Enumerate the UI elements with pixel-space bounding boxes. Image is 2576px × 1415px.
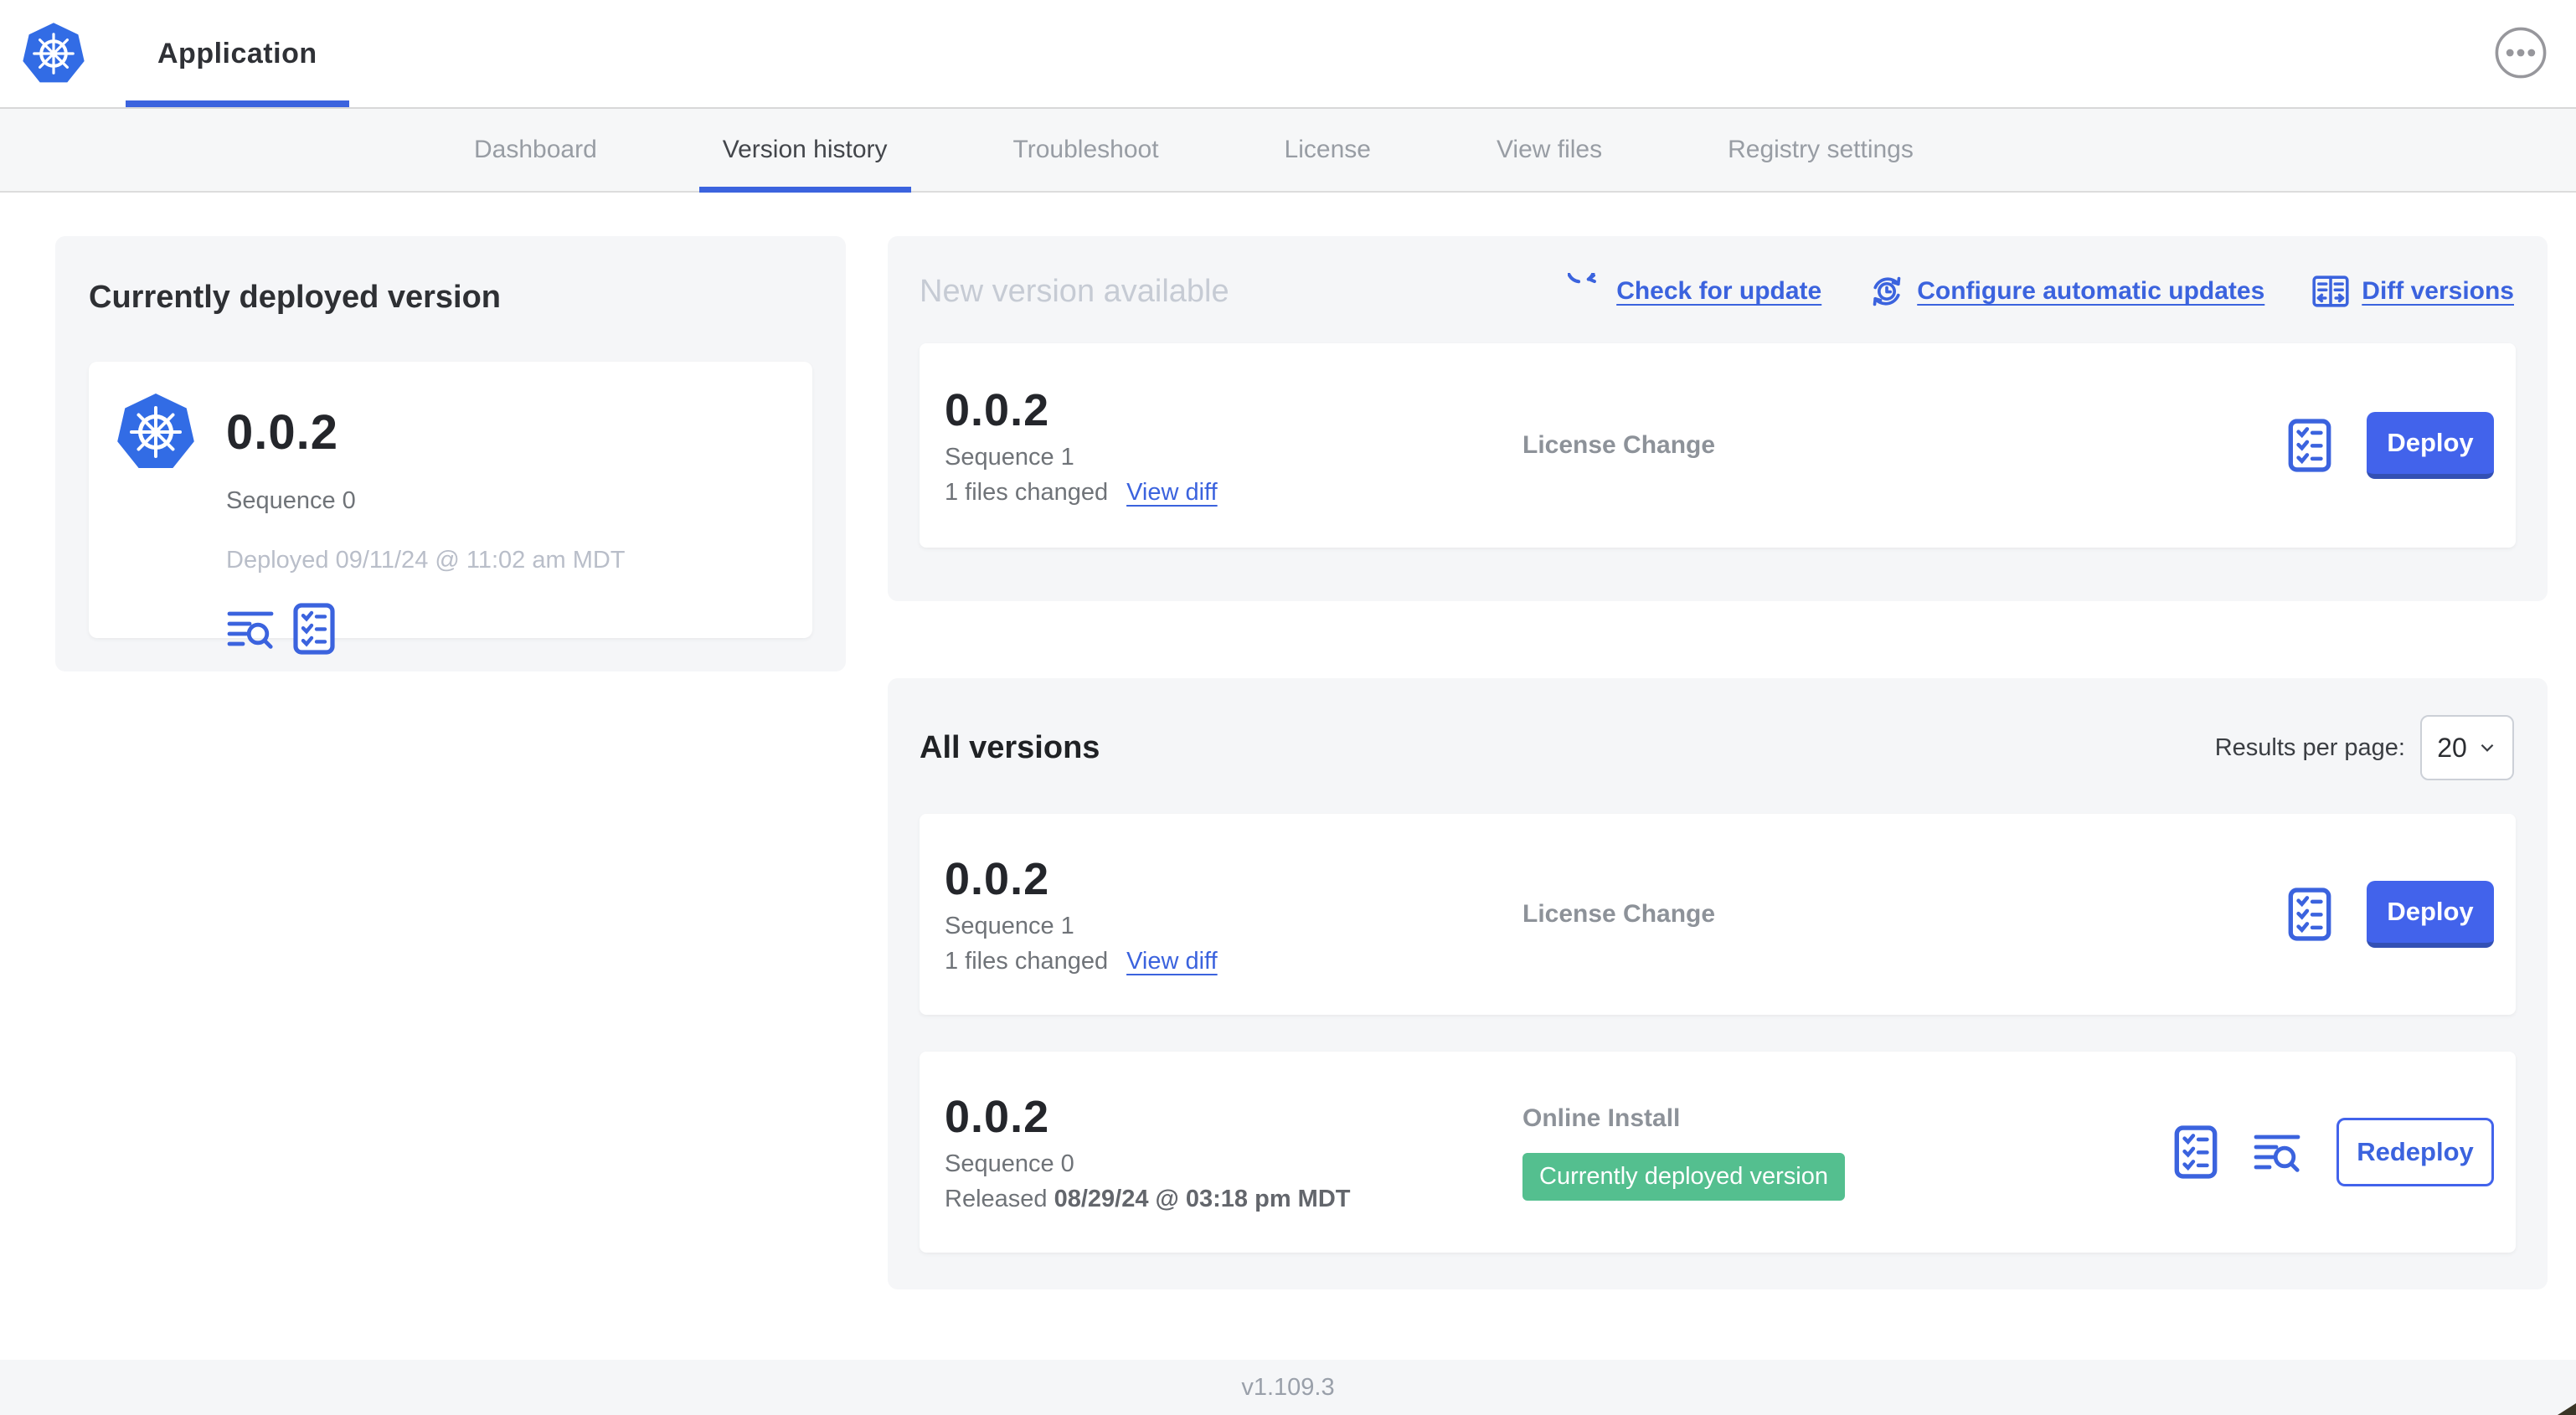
version-number: 0.0.2	[945, 1092, 1050, 1142]
currently-deployed-badge: Currently deployed version	[1522, 1152, 1845, 1201]
version-row: 0.0.2 Sequence 0 Released 08/29/24 @ 03:…	[920, 1052, 2516, 1253]
tab-dashboard[interactable]: Dashboard	[474, 109, 597, 191]
more-menu-ellipsis-icon[interactable]	[2494, 26, 2548, 80]
version-source: License Change	[1522, 900, 1716, 928]
release-notes-checklist-icon[interactable]	[2288, 419, 2331, 472]
deployed-sequence: Sequence 0	[226, 487, 356, 514]
main-content: Currently deployed version 0.0.2 Sequenc…	[0, 193, 2576, 1360]
version-source: License Change	[1522, 431, 1716, 459]
version-sequence: Sequence 0	[945, 1150, 1074, 1177]
chevron-down-icon	[2481, 744, 2494, 752]
files-changed-label: 1 files changed	[945, 479, 1109, 506]
released-timestamp: Released 08/29/24 @ 03:18 pm MDT	[945, 1186, 1351, 1212]
new-version-title: New version available	[920, 273, 1229, 309]
refresh-icon	[1568, 273, 1597, 284]
currently-deployed-card: 0.0.2 Sequence 0 Deployed 09/11/24 @ 11:…	[89, 362, 812, 655]
version-sequence: Sequence 1	[945, 444, 1074, 471]
deploy-button[interactable]: Deploy	[2367, 412, 2494, 479]
release-notes-checklist-icon[interactable]	[2174, 1125, 2218, 1179]
results-per-page-select[interactable]: 20	[2420, 715, 2514, 780]
version-number: 0.0.2	[945, 854, 1050, 904]
version-sequence: Sequence 1	[945, 913, 1074, 939]
release-notes-checklist-icon[interactable]	[2288, 888, 2331, 941]
currently-deployed-panel: Currently deployed version 0.0.2 Sequenc…	[55, 236, 846, 671]
deploy-button[interactable]: Deploy	[2367, 881, 2494, 948]
release-notes-checklist-icon[interactable]	[293, 603, 335, 655]
new-version-panel: New version available Check for update C…	[888, 236, 2548, 601]
new-version-card: 0.0.2 Sequence 1 1 files changed View di…	[920, 343, 2516, 548]
clock-sync-icon	[1873, 276, 1901, 306]
app-navbar: Dashboard Version history Troubleshoot L…	[0, 107, 2576, 193]
tab-version-history[interactable]: Version history	[698, 109, 911, 193]
all-versions-title: All versions	[920, 729, 1100, 765]
version-number: 0.0.2	[945, 385, 1050, 435]
app-tab-label: Application	[157, 37, 317, 69]
kubernetes-logo-icon	[23, 23, 85, 83]
diff-versions-link[interactable]: Diff versions	[2311, 273, 2514, 310]
configure-automatic-updates-link[interactable]: Configure automatic updates	[1868, 273, 2264, 310]
view-diff-link[interactable]: View diff	[1126, 479, 1218, 507]
tab-troubleshoot[interactable]: Troubleshoot	[1013, 109, 1159, 191]
screenshot-corner-artifact	[2558, 1403, 2576, 1415]
currently-deployed-title: Currently deployed version	[89, 280, 502, 315]
files-changed-label: 1 files changed	[945, 948, 1109, 975]
diff-compare-icon	[2312, 275, 2349, 307]
redeploy-button[interactable]: Redeploy	[2336, 1118, 2494, 1186]
tab-license[interactable]: License	[1285, 109, 1371, 191]
deployed-version-number: 0.0.2	[226, 404, 338, 460]
console-version: v1.109.3	[1241, 1373, 1335, 1401]
check-for-update-link[interactable]: Check for update	[1568, 273, 1821, 310]
deployed-timestamp: Deployed 09/11/24 @ 11:02 am MDT	[226, 547, 626, 574]
app-footer: v1.109.3	[0, 1360, 2576, 1415]
app-tab[interactable]: Application	[126, 0, 349, 107]
all-versions-panel: All versions Results per page: 20 0.0.2 …	[888, 678, 2548, 1289]
results-per-page-value: 20	[2437, 732, 2467, 763]
tab-registry-settings[interactable]: Registry settings	[1728, 109, 1914, 191]
view-logs-icon[interactable]	[2253, 1131, 2301, 1173]
view-diff-link[interactable]: View diff	[1126, 948, 1218, 975]
tab-view-files[interactable]: View files	[1497, 109, 1602, 191]
version-row: 0.0.2 Sequence 1 1 files changed View di…	[920, 814, 2516, 1015]
version-source: Online Install	[1522, 1104, 1681, 1132]
app-header: Application	[0, 0, 2576, 107]
view-logs-icon[interactable]	[226, 608, 275, 650]
results-per-page-label: Results per page:	[2214, 733, 2405, 761]
kubernetes-app-icon	[117, 394, 194, 468]
